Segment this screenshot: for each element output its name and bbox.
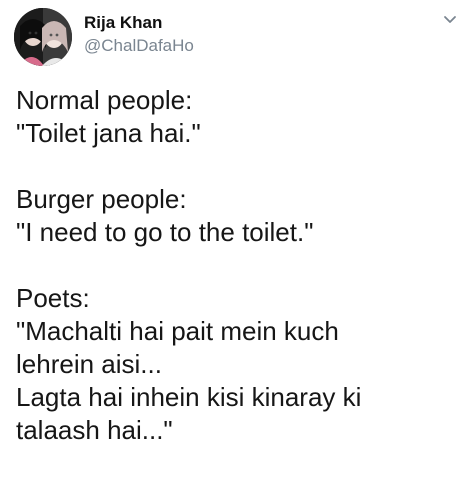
text-block-normal-people: Normal people: "Toilet jana hai." [16, 84, 466, 150]
tweet-text: Normal people: "Toilet jana hai." Burger… [16, 84, 466, 447]
text-block-burger-people: Burger people: "I need to go to the toil… [16, 183, 466, 249]
tweet-card: Rija Khan @ChalDafaHo Normal people: "To… [0, 0, 474, 501]
chevron-down-icon[interactable] [442, 12, 458, 28]
block-line: Lagta hai inhein kisi kinaray ki [16, 382, 362, 412]
block-heading: Normal people: [16, 85, 193, 115]
user-handle[interactable]: @ChalDafaHo [84, 34, 194, 58]
tweet-header: Rija Khan @ChalDafaHo [14, 8, 460, 70]
profile-photo-icon [14, 8, 72, 66]
author-names: Rija Khan @ChalDafaHo [84, 12, 194, 58]
block-line: lehrein aisi... [16, 349, 162, 379]
block-heading: Poets: [16, 283, 90, 313]
block-line: "Machalti hai pait mein kuch [16, 316, 339, 346]
display-name[interactable]: Rija Khan [84, 12, 194, 34]
avatar[interactable] [14, 8, 72, 66]
block-line: "I need to go to the toilet." [16, 217, 314, 247]
block-line: talaash hai..." [16, 415, 173, 445]
text-block-poets: Poets: "Machalti hai pait mein kuch lehr… [16, 282, 466, 447]
block-heading: Burger people: [16, 184, 187, 214]
block-line: "Toilet jana hai." [16, 118, 201, 148]
